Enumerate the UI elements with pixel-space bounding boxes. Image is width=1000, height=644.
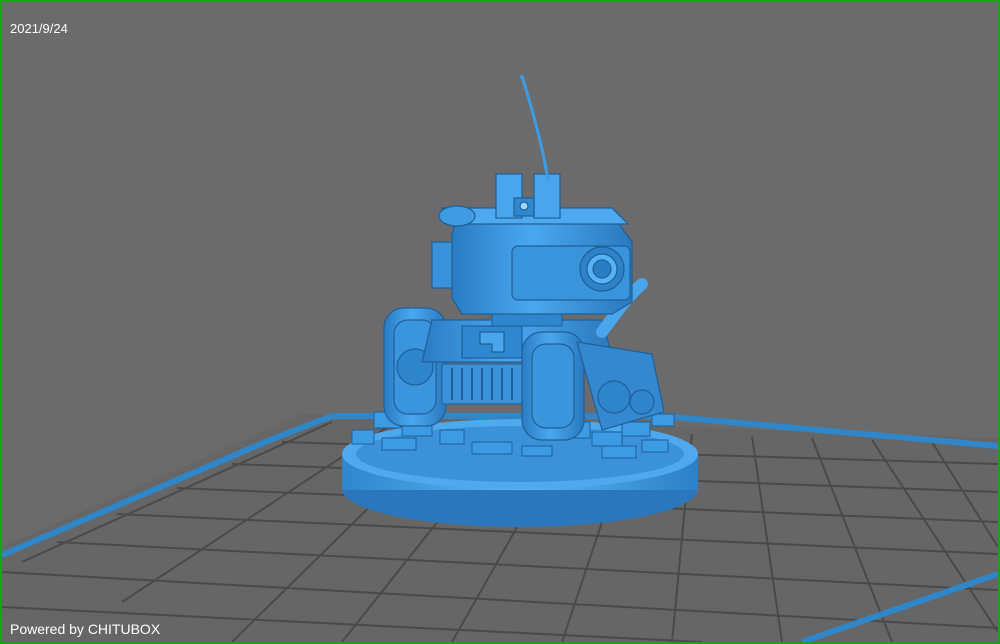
antenna-mount	[495, 173, 561, 219]
antenna	[520, 75, 550, 181]
3d-viewport[interactable]: 2021/9/24 Powered by CHITUBOX	[0, 0, 1000, 644]
scene-canvas[interactable]	[2, 2, 998, 642]
watermark-label: Powered by CHITUBOX	[10, 621, 161, 637]
date-label: 2021/9/24	[10, 21, 68, 36]
robot-head	[431, 205, 633, 315]
axle	[441, 363, 533, 405]
robot-tank-model[interactable]	[342, 75, 698, 527]
